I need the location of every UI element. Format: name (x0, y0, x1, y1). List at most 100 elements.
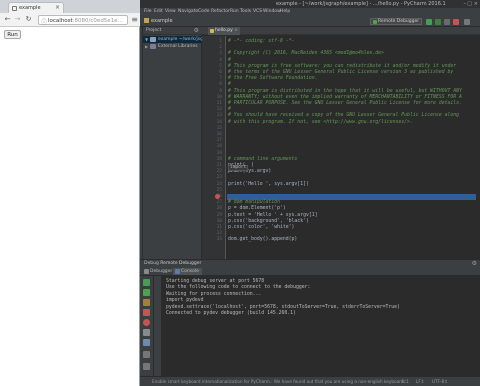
line-number: 8 (219, 82, 222, 88)
tab-debugger[interactable]: Debugger (142, 268, 175, 275)
console-line: import pydevd (166, 298, 204, 304)
minimize-icon[interactable]: – (464, 1, 467, 7)
editor-scrollbar[interactable] (476, 36, 480, 259)
browser-toolbar: ← → ↻ ⓘ localhost:8080/c0ed5e1e... ≡ (0, 13, 140, 27)
menu-refactor[interactable]: Refactor (211, 9, 230, 14)
breadcrumb[interactable]: example (144, 18, 173, 24)
forward-icon[interactable]: → (13, 15, 22, 24)
settings-icon[interactable] (143, 339, 150, 346)
folded-imports[interactable]: import ... (228, 165, 248, 174)
debug-icon[interactable] (435, 19, 441, 25)
code-line: p.text = 'Hello ' + sys.argv[1] (228, 212, 318, 218)
address-bar[interactable]: ⓘ localhost:8080/c0ed5e1e... (38, 15, 128, 26)
menu-help[interactable]: Help (280, 9, 290, 14)
menu-edit[interactable]: Edit (154, 9, 163, 14)
browser-tab-bar: example × (0, 0, 140, 13)
line-number: 14 (216, 119, 222, 125)
resume-icon[interactable] (143, 289, 150, 296)
close-icon[interactable]: × (234, 27, 238, 35)
menu-navigate[interactable]: Navigate (178, 9, 198, 14)
line-number: 6 (219, 70, 222, 75)
close-tab-icon[interactable]: × (55, 4, 60, 11)
code-editor[interactable]: hello.py × 1 2 3 4 5 6 7 8 9 10 11 12 13 14 15 16 17 18 19… (202, 27, 480, 259)
code-line: # This program is distributed in the hop… (228, 88, 462, 94)
debugger-icon (144, 269, 149, 274)
pin-icon[interactable] (143, 351, 150, 358)
close-window-icon[interactable]: × (474, 1, 478, 7)
gear-icon[interactable]: ⚙ (472, 260, 477, 267)
line-number: 24 (216, 181, 222, 187)
code-line: # command line arguments (228, 156, 298, 162)
status-bar: Enable smart keyboard internationalizati… (140, 376, 480, 386)
back-icon[interactable]: ← (3, 15, 12, 24)
menu-file[interactable]: File (144, 9, 152, 14)
debug-console[interactable]: Starting debug server at port 5678 Use th… (162, 276, 480, 376)
maximize-icon[interactable]: □ (467, 1, 472, 7)
line-number: 1 (219, 39, 222, 44)
console-line: Waiting for process connection... (166, 291, 262, 297)
debug-title: Debug Remote Debugger (144, 261, 202, 266)
line-number-gutter[interactable]: 1 2 3 4 5 6 7 8 9 10 11 12 13 14 15 16 17 18 19 20 21 22 23 24 2… (202, 36, 226, 259)
python-file-icon (210, 29, 214, 33)
browser-menu-icon[interactable]: ≡ (131, 15, 138, 24)
close-icon[interactable] (143, 363, 150, 370)
mute-breakpoints-icon[interactable] (143, 329, 150, 336)
tab-hello-py[interactable]: hello.py × (208, 27, 240, 35)
stop-icon[interactable] (143, 309, 150, 316)
pause-icon[interactable] (143, 299, 150, 306)
project-header: Project ⚙ (143, 27, 202, 35)
code-line: # (228, 57, 231, 63)
menu-view[interactable]: View (165, 9, 176, 14)
caret-position[interactable]: 8:1 (402, 379, 409, 384)
search-everywhere-icon[interactable] (464, 19, 470, 25)
line-number: 4 (219, 57, 222, 63)
menu-tools[interactable]: Tools (240, 9, 251, 14)
ide-menu-bar: File Edit View Navigate Code Refactor Ru… (140, 8, 480, 16)
gear-icon[interactable]: ⚙ (194, 27, 199, 34)
line-number: 3 (219, 51, 222, 57)
browser-tab[interactable]: example × (8, 2, 64, 13)
code-line: # -*- coding: utf-8 -*- (228, 39, 295, 44)
project-title[interactable]: Project (146, 28, 161, 33)
url-text: localhost:8080/c0ed5e1e... (48, 17, 123, 24)
console-line: Use the following code to connect to the… (166, 285, 311, 291)
editor-tab-bar: hello.py × (202, 27, 480, 35)
line-number: 25 (216, 187, 222, 193)
page-info-icon[interactable]: ⓘ (41, 17, 47, 26)
run-config-selector[interactable]: Remote Debugger (370, 18, 422, 25)
chevron-right-icon[interactable]: ▶ (145, 43, 148, 50)
line-number: 2 (219, 45, 222, 51)
menu-run[interactable]: Run (230, 9, 239, 14)
line-number: 15 (216, 125, 222, 131)
code-line: # (228, 82, 231, 88)
coverage-icon[interactable] (444, 19, 450, 25)
run-button[interactable]: Run (4, 30, 21, 39)
breakpoint-icon[interactable] (215, 194, 220, 199)
menu-window[interactable]: Window (263, 9, 281, 14)
line-number: 27 (216, 200, 222, 206)
debug-tabs: Debugger Console (140, 267, 480, 276)
stop-icon[interactable] (453, 19, 459, 25)
browser-tab-title: example (19, 5, 41, 11)
view-breakpoints-icon[interactable] (143, 319, 150, 326)
code-line: # the Free Software Foundation. (228, 76, 318, 82)
line-number: 33 (216, 237, 222, 243)
line-number: 19 (216, 150, 222, 156)
menu-code[interactable]: Code (198, 9, 210, 14)
chevron-down-icon[interactable]: ▼ (145, 36, 148, 43)
reload-icon[interactable]: ↻ (24, 15, 33, 24)
line-separator[interactable]: LF↕ (416, 379, 424, 384)
menu-vcs[interactable]: VCS (253, 9, 262, 14)
ide-window-title: example - [~/work/jsgraph/example] - ...… (276, 1, 446, 7)
status-message[interactable]: Enable smart keyboard internationalizati… (152, 379, 407, 384)
tree-item-example[interactable]: ▼ example ~/work/jsgraph/example (143, 36, 234, 43)
debug-action-toolbar (140, 276, 154, 376)
rerun-icon[interactable] (143, 279, 150, 286)
tab-console[interactable]: Console (173, 268, 202, 275)
file-encoding[interactable]: UTF-8↕ (432, 379, 448, 384)
code-line: # This program is free software: you can… (228, 63, 457, 69)
run-icon[interactable] (426, 19, 432, 25)
tree-item-external-libraries[interactable]: ▶ External Libraries (143, 43, 202, 50)
code-line: # Copyright (C) 2016, MacNeiden 4365 <mo… (228, 51, 384, 57)
folder-icon (150, 37, 156, 42)
